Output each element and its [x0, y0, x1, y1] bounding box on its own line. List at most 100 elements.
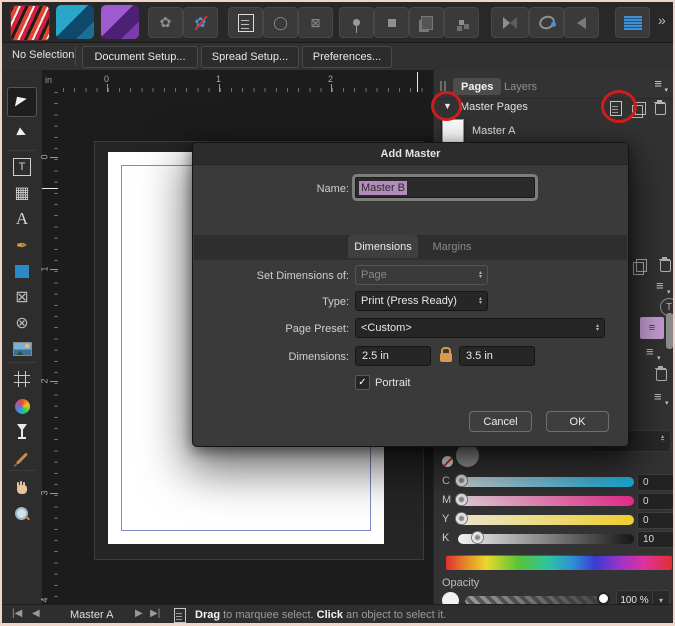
publisher-app-icon[interactable] — [10, 5, 50, 41]
tab-margins[interactable]: Margins — [422, 235, 482, 258]
rotate-button[interactable] — [529, 7, 564, 38]
black-slider[interactable] — [458, 534, 634, 544]
artistic-text-icon: A — [16, 209, 28, 229]
yellow-value[interactable]: 0 — [637, 512, 673, 529]
divider — [8, 150, 36, 151]
stepper-icon: ▴▾ — [479, 297, 482, 305]
ruler-cursor-marker — [417, 72, 418, 92]
panel-menu-icon[interactable]: ≡ — [654, 79, 662, 89]
pages-doc-icon[interactable] — [228, 7, 263, 38]
eyedropper-icon — [16, 452, 28, 464]
flip-horizontal-button[interactable] — [491, 7, 529, 38]
frame-text-tool[interactable]: T — [6, 155, 38, 179]
first-page-button[interactable]: |◀ — [12, 608, 22, 619]
scatter-button[interactable] — [444, 7, 479, 38]
document-icon — [238, 14, 254, 32]
panel-menu-icon[interactable]: ≡ — [654, 392, 662, 402]
group-button[interactable] — [409, 7, 444, 38]
lock-icon[interactable] — [440, 353, 452, 362]
assets-disabled-icon[interactable]: ✿ — [183, 7, 218, 38]
next-page-button[interactable]: ▶ — [135, 608, 143, 619]
caret-icon: ▾ — [667, 288, 671, 296]
picture-frame-ellipse-tool[interactable]: ⊗ — [6, 311, 38, 335]
current-page-name[interactable]: Master A — [70, 609, 113, 621]
annotation-circle-add-master — [601, 90, 637, 123]
toolbar-overflow-chevron-icon[interactable]: » — [658, 12, 666, 28]
tab-pages[interactable]: Pages — [453, 78, 501, 95]
photo-app-icon[interactable] — [101, 5, 139, 39]
delete-button[interactable] — [656, 369, 667, 381]
black-slider-knob[interactable] — [471, 531, 484, 544]
vector-fill-tool[interactable] — [6, 394, 38, 418]
master-pages-row[interactable]: ▼ Master Pages — [434, 98, 673, 118]
yellow-slider-knob[interactable] — [455, 512, 468, 525]
panel-menu-icon[interactable]: ≡ — [656, 281, 664, 291]
transparency-tool[interactable] — [6, 420, 38, 444]
table-tool[interactable]: ▦ — [6, 181, 38, 205]
magenta-slider[interactable] — [458, 496, 634, 506]
preflight-icon[interactable]: ✿ — [148, 7, 183, 38]
rectangle-tool[interactable] — [6, 259, 38, 283]
page-preset-label: Page Preset: — [193, 323, 349, 335]
ruler-label: 0 — [40, 154, 50, 159]
last-page-button[interactable]: ▶| — [150, 608, 160, 619]
square-button[interactable] — [374, 7, 409, 38]
place-image-tool[interactable] — [6, 337, 38, 361]
width-input[interactable]: 2.5 in — [355, 346, 431, 366]
tab-dimensions[interactable]: Dimensions — [348, 235, 418, 258]
duplicate-button[interactable] — [636, 259, 647, 272]
pin-button[interactable] — [339, 7, 374, 38]
xbox-tool-icon[interactable]: ⊠ — [298, 7, 333, 38]
cancel-button[interactable]: Cancel — [469, 411, 532, 432]
cyan-slider-knob[interactable] — [455, 474, 468, 487]
flip-back-button[interactable] — [564, 7, 599, 38]
designer-app-icon[interactable] — [56, 5, 94, 39]
move-cursor-icon: ◤ — [14, 93, 27, 111]
delete-button[interactable] — [660, 260, 671, 272]
spread-setup-button[interactable]: Spread Setup... — [201, 46, 299, 68]
height-input[interactable]: 3.5 in — [459, 346, 535, 366]
page-preset-dropdown[interactable]: <Custom> ▴▾ — [355, 318, 605, 338]
ruler-label: 3 — [40, 490, 50, 495]
artistic-text-tool[interactable]: A — [6, 207, 38, 231]
current-color-swatch[interactable] — [456, 444, 479, 467]
pen-tool[interactable]: ✒ — [6, 233, 38, 257]
previous-page-button[interactable]: ◀ — [32, 608, 40, 619]
selected-style-swatch[interactable]: ≡ — [640, 317, 664, 339]
type-dropdown[interactable]: Print (Press Ready) ▴▾ — [355, 291, 488, 311]
context-toolbar: No Selection Document Setup... Spread Se… — [2, 43, 673, 71]
zoom-tool[interactable] — [6, 502, 38, 526]
no-fill-swatch[interactable] — [442, 456, 453, 467]
color-picker-tool[interactable] — [6, 446, 38, 470]
magenta-slider-row: M 0 — [434, 493, 673, 509]
document-setup-button[interactable]: Document Setup... — [82, 46, 198, 68]
color-spectrum-bar[interactable] — [446, 555, 672, 570]
magenta-label: M — [442, 494, 451, 506]
node-tool[interactable]: ▶ — [6, 120, 38, 144]
picture-frame-rect-tool[interactable]: ⊠ — [6, 285, 38, 309]
portrait-checkbox[interactable]: ✓ — [355, 375, 370, 390]
delete-master-button[interactable] — [655, 103, 666, 115]
cyan-slider[interactable] — [458, 477, 634, 487]
panel-drag-handle-icon[interactable] — [440, 81, 442, 91]
crop-tool[interactable] — [6, 367, 38, 391]
black-value[interactable]: 10 — [637, 531, 673, 548]
text-ruler-button[interactable] — [615, 7, 650, 38]
tab-layers[interactable]: Layers — [496, 78, 545, 95]
dimensions-label: Dimensions: — [193, 351, 349, 363]
ok-button[interactable]: OK — [546, 411, 609, 432]
magenta-slider-knob[interactable] — [455, 493, 468, 506]
magenta-value[interactable]: 0 — [637, 493, 673, 510]
page-list-button[interactable] — [174, 608, 186, 623]
ellipse-tool-icon[interactable]: ◯ — [263, 7, 298, 38]
preferences-button[interactable]: Preferences... — [302, 46, 392, 68]
move-tool-selected[interactable]: ◤ — [7, 87, 37, 117]
cyan-value[interactable]: 0 — [637, 474, 673, 491]
x-box-icon: ⊠ — [310, 16, 320, 30]
yellow-slider[interactable] — [458, 515, 634, 525]
name-input[interactable]: Master B — [355, 177, 535, 198]
view-tool[interactable] — [6, 476, 38, 500]
panel-scrollbar[interactable] — [666, 313, 673, 349]
panel-menu-icon[interactable]: ≡ — [646, 347, 654, 357]
set-dimensions-dropdown[interactable]: Page ▴▾ — [355, 265, 488, 285]
